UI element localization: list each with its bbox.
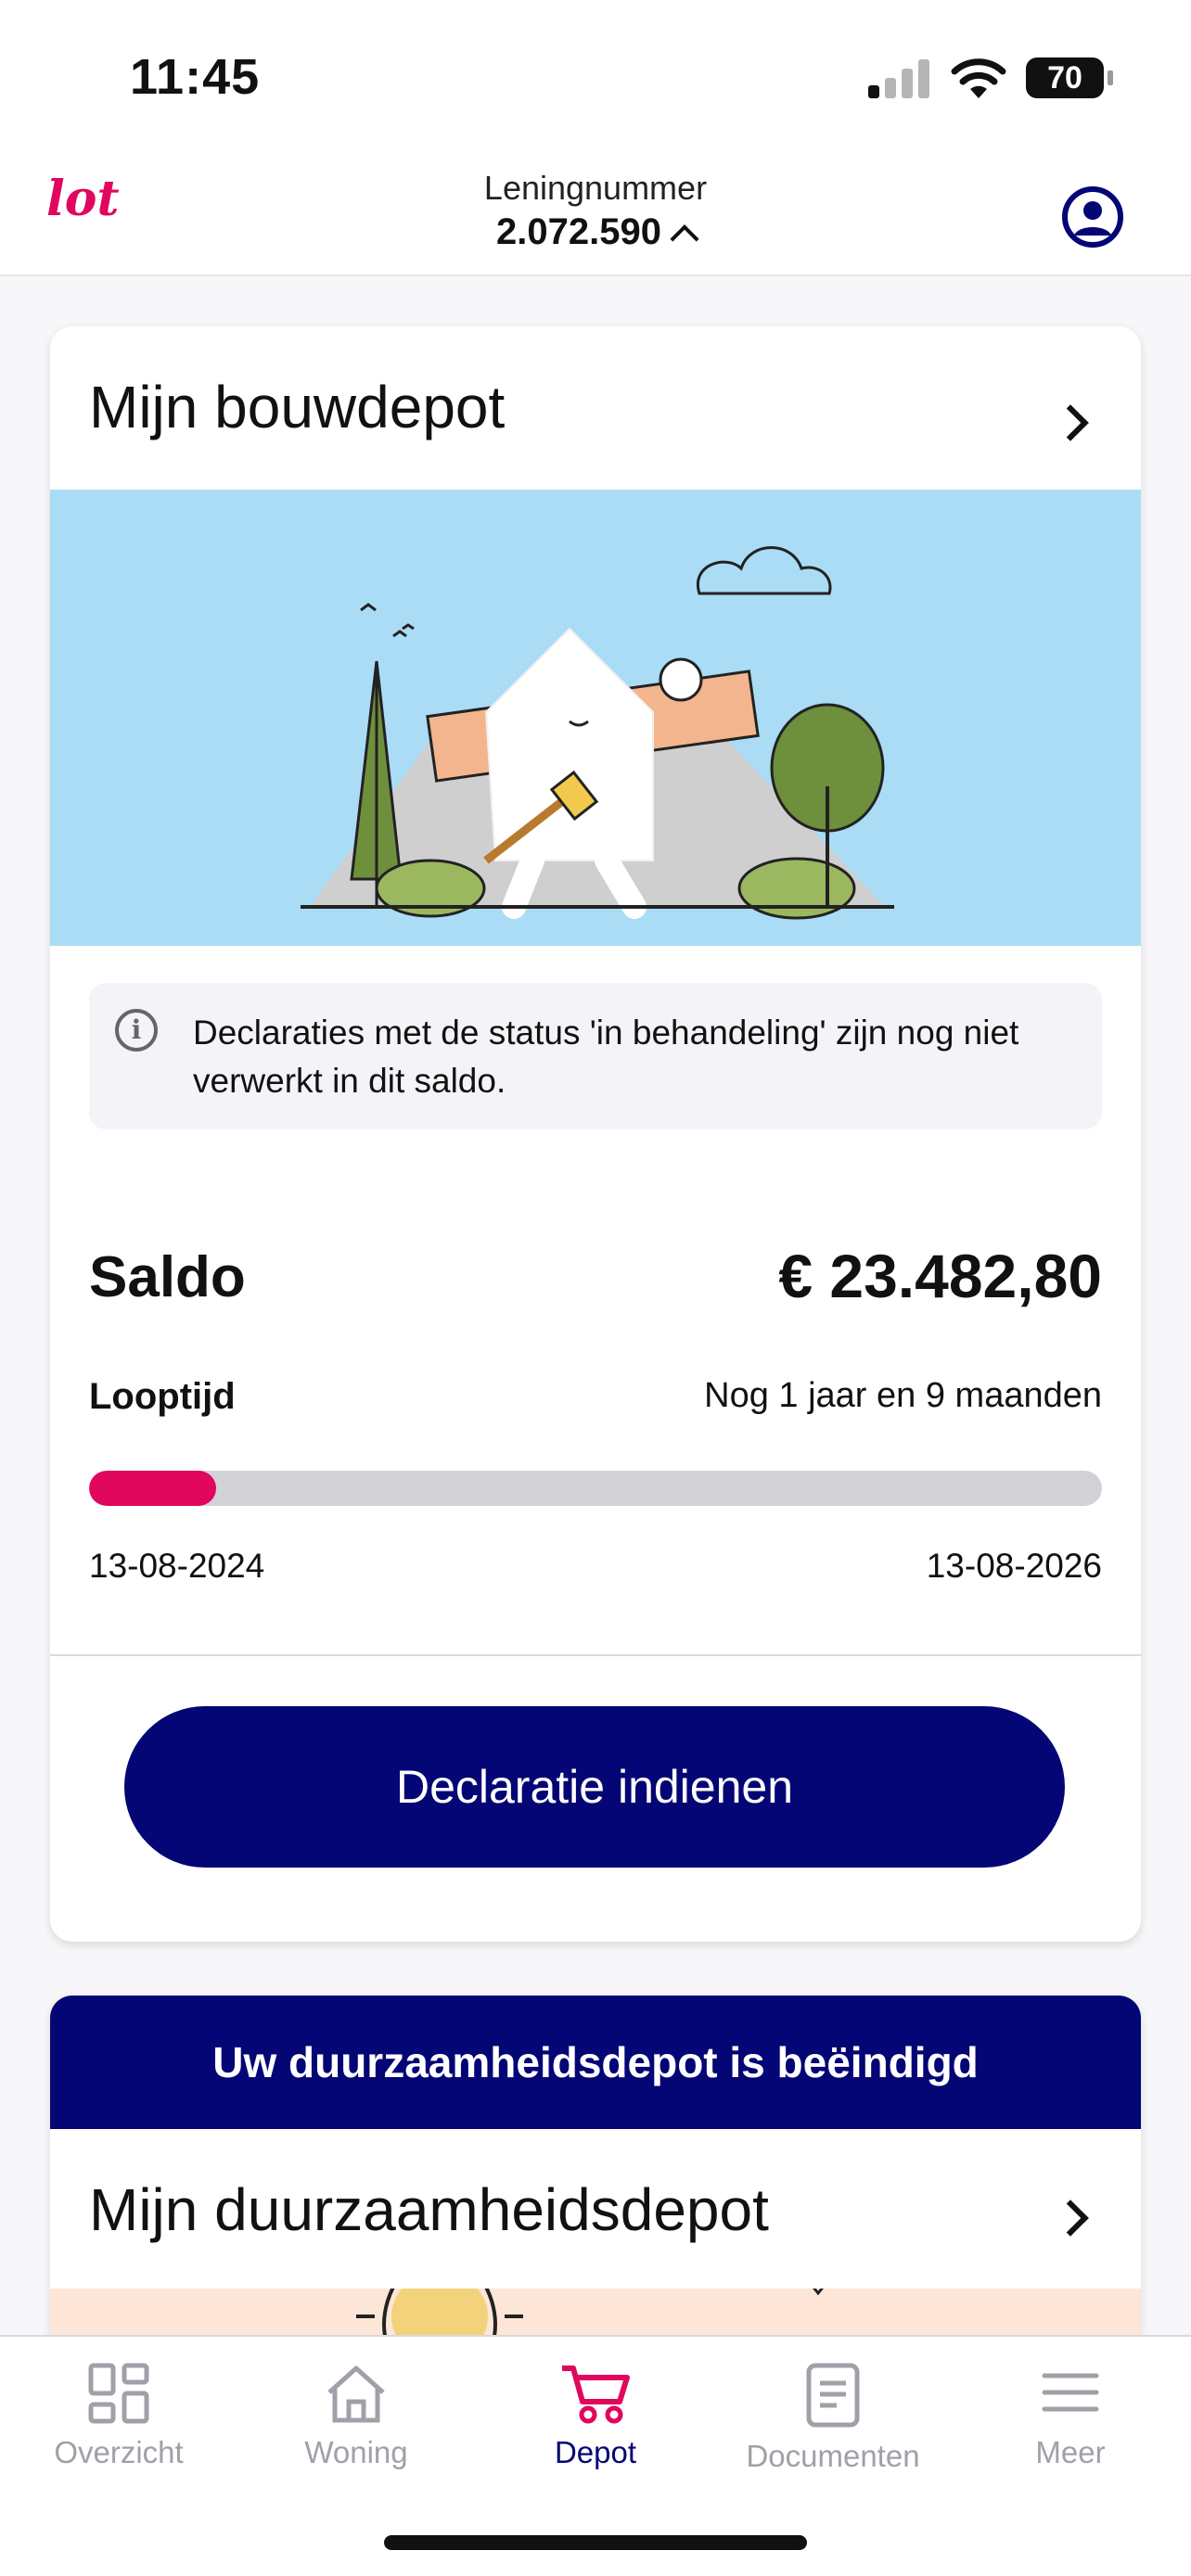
notice-text: Declaraties met de status 'in behandelin…	[193, 1014, 1019, 1100]
loan-number-value: 2.072.590	[496, 211, 661, 252]
document-icon	[806, 2363, 860, 2428]
wifi-icon	[951, 58, 1006, 98]
loan-selector[interactable]: Leningnummer 2.072.590	[0, 169, 1191, 254]
house-icon	[327, 2366, 385, 2423]
chevron-right-icon[interactable]	[1052, 2200, 1089, 2237]
loan-number-label: Leningnummer	[483, 169, 708, 207]
tab-label: Overzicht	[54, 2435, 184, 2469]
end-date: 13-08-2026	[926, 1547, 1102, 1585]
progress-fill	[89, 1471, 216, 1506]
tab-label: Meer	[1035, 2435, 1106, 2469]
tab-meer[interactable]: Meer	[952, 2363, 1189, 2502]
status-bar: 11:45 70	[0, 0, 1191, 148]
tab-label: Documenten	[746, 2439, 920, 2473]
signal-icon	[868, 57, 933, 98]
chevron-up-icon	[670, 224, 699, 254]
construction-illustration	[50, 490, 1141, 946]
grid-icon	[88, 2363, 149, 2424]
home-indicator[interactable]	[384, 2535, 807, 2550]
info-icon: i	[115, 1009, 158, 1052]
duurzaamheidsdepot-title[interactable]: Mijn duurzaamheidsdepot	[89, 2175, 769, 2244]
declaratie-indienen-button[interactable]: Declaratie indienen	[124, 1706, 1065, 1868]
chevron-right-icon[interactable]	[1052, 404, 1089, 441]
tab-label: Depot	[554, 2435, 637, 2469]
tab-overzicht[interactable]: Overzicht	[0, 2363, 237, 2502]
tab-documenten[interactable]: Documenten	[714, 2363, 952, 2502]
start-date: 13-08-2024	[89, 1547, 265, 1585]
saldo-label: Saldo	[89, 1245, 246, 1309]
looptijd-progress-bar	[89, 1471, 1102, 1506]
cart-icon	[562, 2366, 630, 2424]
app-header: lot Leningnummer 2.072.590	[0, 148, 1191, 276]
battery-indicator: 70	[1026, 57, 1113, 98]
looptijd-label: Looptijd	[89, 1376, 236, 1417]
divider	[50, 1654, 1141, 1656]
profile-icon[interactable]	[1061, 185, 1124, 249]
ended-banner: Uw duurzaamheidsdepot is beëindigd	[50, 1996, 1141, 2129]
status-time: 11:45	[130, 49, 261, 105]
looptijd-value: Nog 1 jaar en 9 maanden	[704, 1376, 1102, 1415]
info-notice: i Declaraties met de status 'in behandel…	[89, 983, 1102, 1129]
bouwdepot-card: Mijn bouwdepot i Declaraties met de stat…	[50, 326, 1141, 1942]
saldo-value: € 23.482,80	[778, 1242, 1102, 1310]
tab-depot[interactable]: Depot	[477, 2363, 714, 2502]
bouwdepot-title[interactable]: Mijn bouwdepot	[89, 373, 505, 441]
tab-woning[interactable]: Woning	[237, 2363, 475, 2502]
menu-icon	[1042, 2373, 1099, 2412]
tab-label: Woning	[304, 2435, 408, 2469]
